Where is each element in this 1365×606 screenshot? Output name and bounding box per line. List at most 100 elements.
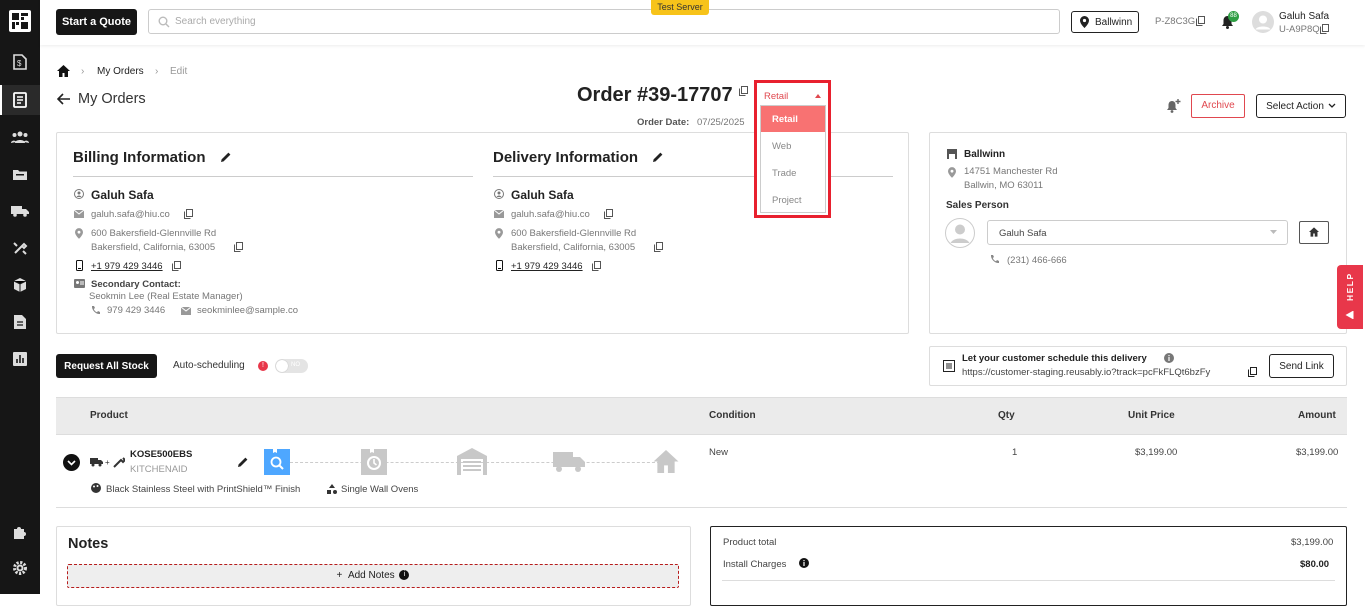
order-type-selected[interactable]: Retail (764, 91, 788, 102)
dropdown-option-web[interactable]: Web (761, 133, 825, 159)
column-header-condition[interactable]: Condition (709, 410, 756, 421)
product-amount: $3,199.00 (1296, 447, 1339, 458)
products-icon[interactable] (10, 275, 30, 295)
notification-count-badge: 88 (1228, 11, 1239, 22)
info-icon: i (399, 570, 410, 581)
settings-gear-icon[interactable] (10, 558, 30, 578)
sales-person-select[interactable]: Galuh Safa (987, 220, 1288, 245)
inventory-icon[interactable] (10, 164, 30, 184)
delivery-phone[interactable]: +1 979 429 3446 (511, 261, 583, 272)
copy-icon[interactable] (1196, 16, 1205, 26)
delivery-truck-icon (553, 452, 585, 472)
user-code: U-A9P8Q (1279, 24, 1320, 35)
home-icon[interactable] (57, 65, 70, 77)
order-date-label: Order Date: (637, 117, 690, 128)
copy-icon[interactable] (592, 261, 601, 271)
mobile-phone-icon (496, 260, 503, 271)
tools-icon[interactable] (10, 238, 30, 258)
copy-icon[interactable] (184, 209, 193, 219)
documents-icon[interactable] (10, 312, 30, 332)
auto-scheduling-toggle[interactable]: NO (275, 359, 308, 373)
location-selector[interactable]: Ballwinn (1071, 11, 1139, 33)
billing-name: Galuh Safa (91, 188, 154, 202)
install-charges-value: $80.00 (1300, 559, 1330, 570)
search-icon (158, 16, 170, 28)
dropdown-option-retail[interactable]: Retail (761, 106, 825, 132)
email-icon (181, 307, 191, 315)
add-notes-button[interactable]: + Add Notes i (67, 564, 679, 588)
store-home-button[interactable] (1299, 221, 1329, 244)
play-arrow-icon (1345, 311, 1354, 319)
help-tab[interactable]: HELP (1337, 265, 1363, 329)
copy-icon[interactable] (739, 86, 748, 96)
billing-email: galuh.safa@hiu.co (91, 209, 170, 220)
edit-pencil-icon[interactable] (221, 152, 231, 162)
archive-button[interactable]: Archive (1191, 94, 1245, 118)
copy-icon[interactable] (654, 242, 663, 252)
svg-text:$: $ (17, 59, 22, 68)
product-unit-price: $3,199.00 (1135, 447, 1178, 458)
search-bar[interactable]: Search everything (148, 9, 1060, 34)
chevron-up-icon (815, 94, 821, 98)
breadcrumb-my-orders[interactable]: My Orders (97, 66, 144, 77)
avatar[interactable] (1252, 11, 1274, 33)
product-category: Single Wall Ovens (341, 484, 419, 495)
select-action-button[interactable]: Select Action (1256, 94, 1346, 118)
start-quote-button[interactable]: Start a Quote (56, 9, 137, 35)
reports-icon[interactable] (10, 349, 30, 369)
secondary-contact-label: Secondary Contact: (91, 279, 181, 290)
customers-icon[interactable] (10, 127, 30, 147)
billing-phone[interactable]: +1 979 429 3446 (91, 261, 163, 272)
product-qty: 1 (1012, 447, 1018, 458)
column-header-qty[interactable]: Qty (998, 410, 1015, 421)
divider (73, 176, 473, 177)
column-header-amount[interactable]: Amount (1298, 410, 1336, 421)
orders-icon[interactable] (10, 90, 30, 110)
dropdown-option-trade[interactable]: Trade (761, 160, 825, 186)
copy-icon[interactable] (1248, 367, 1257, 377)
person-icon (494, 189, 504, 199)
list-icon (943, 360, 955, 372)
order-type-dropdown[interactable]: Retail Retail Web Trade Project (754, 80, 831, 218)
request-all-stock-button[interactable]: Request All Stock (56, 354, 157, 378)
copy-icon[interactable] (1320, 24, 1329, 34)
sidebar: $ (0, 0, 40, 594)
user-name: Galuh Safa (1279, 11, 1330, 22)
product-total-label: Product total (723, 537, 777, 548)
location-pin-icon (495, 228, 503, 239)
back-arrow-icon[interactable] (57, 93, 70, 105)
toggle-knob (276, 360, 288, 372)
auto-scheduling-label: Auto-scheduling (173, 360, 245, 371)
column-header-unit-price[interactable]: Unit Price (1128, 410, 1175, 421)
expand-row-button[interactable] (63, 454, 80, 471)
integrations-icon[interactable] (10, 522, 30, 542)
delivery-truck-icon[interactable] (10, 201, 30, 221)
copy-icon[interactable] (234, 242, 243, 252)
category-shapes-icon (327, 484, 337, 494)
dropdown-option-project[interactable]: Project (761, 187, 825, 213)
store-name: Ballwinn (964, 149, 1006, 160)
send-link-button[interactable]: Send Link (1269, 354, 1334, 378)
person-icon (74, 189, 84, 199)
schedule-url: https://customer-staging.reusably.io?tra… (962, 367, 1211, 378)
column-header-product[interactable]: Product (90, 410, 128, 421)
edit-pencil-icon[interactable] (238, 457, 248, 467)
test-server-badge: Test Server (651, 0, 709, 15)
logo-icon[interactable] (9, 10, 31, 32)
divider (493, 176, 893, 177)
add-alert-bell-icon[interactable] (1166, 99, 1181, 113)
order-title: Order #39-17707 (577, 84, 733, 106)
info-alert-icon: ! (258, 361, 268, 371)
copy-icon[interactable] (172, 261, 181, 271)
quote-icon[interactable]: $ (10, 52, 30, 72)
add-notes-label: Add Notes (347, 570, 395, 581)
sales-person-value: Galuh Safa (999, 228, 1047, 239)
store-code: P-Z8C3G (1155, 16, 1196, 27)
copy-icon[interactable] (604, 209, 613, 219)
back-label[interactable]: My Orders (78, 91, 146, 107)
location-label: Ballwinn (1095, 16, 1133, 28)
breadcrumb-edit: Edit (170, 66, 188, 77)
edit-pencil-icon[interactable] (653, 152, 663, 162)
order-date: 07/25/2025 (697, 117, 745, 128)
product-brand: KITCHENAID (130, 464, 188, 475)
